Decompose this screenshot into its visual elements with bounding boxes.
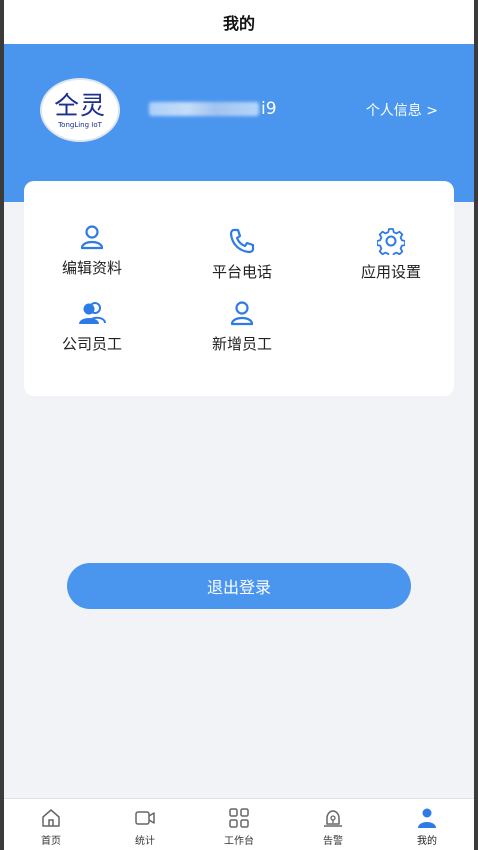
grid-item-label: 公司员工 <box>61 335 122 353</box>
grid-icon <box>229 808 249 828</box>
home-icon <box>42 809 60 827</box>
tab-mine[interactable]: 我的 <box>380 799 474 850</box>
alarm-icon <box>324 810 342 827</box>
function-card: 编辑资料 平台电话 应用设置 公司员工 新增员工 <box>24 181 454 396</box>
logo-english-text: TongLing IoT <box>58 120 102 129</box>
tab-label: 我的 <box>417 836 437 847</box>
profile-info-label: 个人信息 > <box>365 103 438 119</box>
grid-item-label: 新增员工 <box>211 335 272 353</box>
grid-item-label: 应用设置 <box>360 263 421 281</box>
users-icon <box>79 302 106 324</box>
tab-home[interactable]: 首页 <box>4 799 98 850</box>
gear-icon <box>377 228 405 255</box>
logout-button[interactable]: 退出登录 <box>67 563 411 609</box>
tab-label: 告警 <box>323 836 343 847</box>
user-add-icon <box>230 301 254 326</box>
grid-item-company-staff[interactable]: 公司员工 <box>32 299 152 354</box>
phone-icon <box>229 228 255 254</box>
video-icon <box>135 811 155 825</box>
tab-statistics[interactable]: 统计 <box>98 799 192 850</box>
logout-label: 退出登录 <box>206 578 271 597</box>
bottom-tab-bar: 首页 统计 工作台 告警 我的 <box>4 798 474 850</box>
logo-chinese-text: 仝灵 <box>53 90 106 120</box>
tab-label: 工作台 <box>224 836 254 847</box>
company-logo: 仝灵 TongLing IoT <box>40 78 120 142</box>
profile-header: 仝灵 TongLing IoT i9 个人信息 > <box>4 44 474 202</box>
profile-info-link[interactable]: 个人信息 > <box>366 100 438 120</box>
grid-item-edit-profile[interactable]: 编辑资料 <box>32 223 152 278</box>
tab-label: 统计 <box>135 836 155 847</box>
username-redacted <box>149 102 259 116</box>
tab-label: 首页 <box>41 836 61 847</box>
grid-item-platform-phone[interactable]: 平台电话 <box>182 227 302 282</box>
grid-item-add-staff[interactable]: 新增员工 <box>182 299 302 354</box>
grid-item-label: 平台电话 <box>211 263 272 281</box>
user-filled-icon <box>418 808 436 828</box>
username-visible-tail: i9 <box>261 99 277 119</box>
top-nav-bar: 我的 <box>4 0 474 44</box>
username: i9 <box>149 99 277 119</box>
grid-item-label: 编辑资料 <box>61 259 122 277</box>
user-outline-icon <box>80 225 104 250</box>
page-title: 我的 <box>222 14 255 33</box>
tab-workbench[interactable]: 工作台 <box>192 799 286 850</box>
page: 我的 仝灵 TongLing IoT i9 个人信息 > 编辑资料 平台电话 应… <box>0 0 478 850</box>
grid-item-app-settings[interactable]: 应用设置 <box>331 227 451 282</box>
tab-alarm[interactable]: 告警 <box>286 799 380 850</box>
